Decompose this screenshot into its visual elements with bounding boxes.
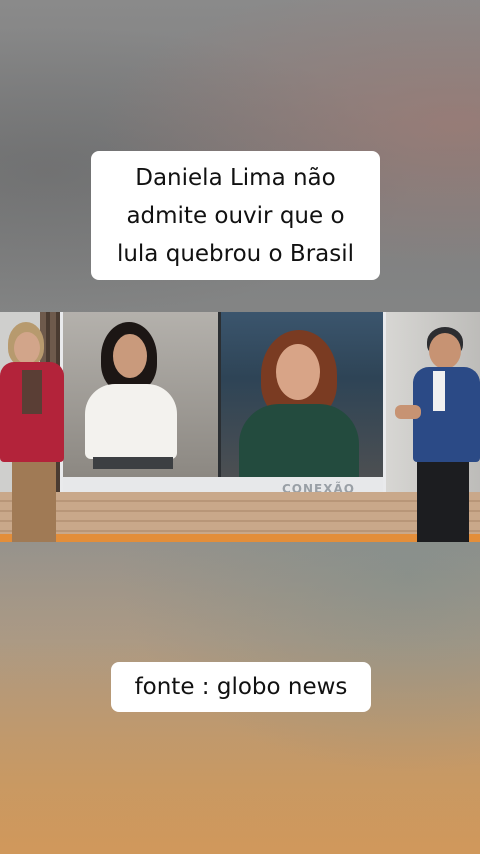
video-frame[interactable]: CONEXÃO bbox=[0, 312, 480, 542]
video-wall-right-feed bbox=[221, 312, 383, 477]
caption-text: Daniela Lima não admite ouvir que o lula… bbox=[116, 164, 355, 267]
source-text: fonte : globo news bbox=[134, 674, 348, 700]
source-box: fonte : globo news bbox=[111, 662, 371, 712]
presenter-left bbox=[0, 322, 70, 542]
caption-box: Daniela Lima não admite ouvir que o lula… bbox=[91, 151, 380, 280]
presenter-right bbox=[395, 327, 480, 542]
studio-video-wall: CONEXÃO bbox=[60, 312, 386, 500]
video-wall-left-feed bbox=[63, 312, 218, 477]
